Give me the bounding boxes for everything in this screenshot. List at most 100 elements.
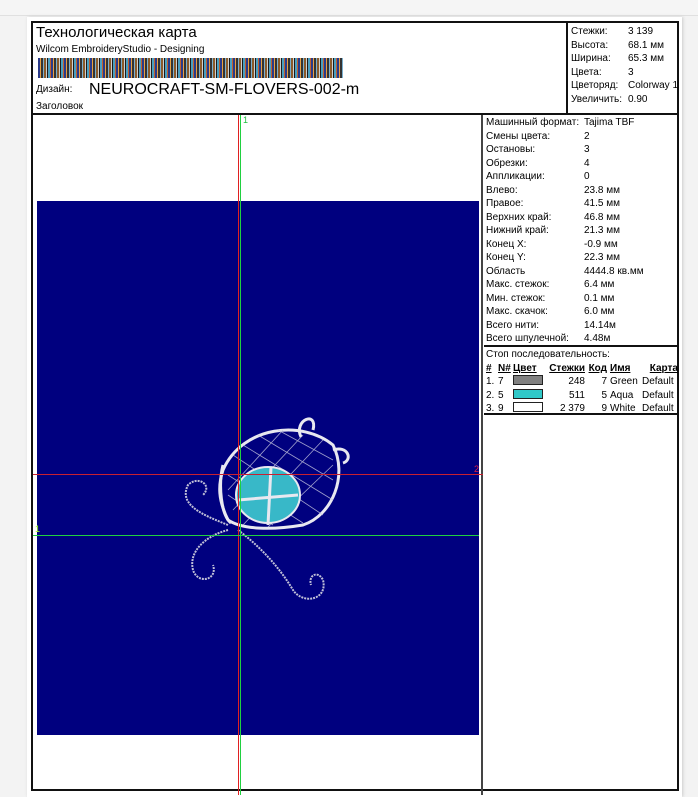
stats-row: Обрезки: 4 <box>486 157 679 171</box>
heading-label: Заголовок <box>36 101 84 112</box>
stats-row: Всего нити: 14.14м <box>486 319 679 333</box>
col-color: Цвет <box>513 362 537 374</box>
color-swatch-cell <box>513 388 547 402</box>
col-code: Код <box>588 362 607 374</box>
stats-value: 4444.8 кв.мм <box>584 265 644 277</box>
stats-value: 46.8 мм <box>584 211 620 223</box>
stats-value: 4.48м <box>584 333 611 345</box>
row-stitches: 2 379 <box>559 403 585 415</box>
stats-label: Правое: <box>486 198 524 210</box>
embroidery-design <box>184 417 350 600</box>
worksheet-frame: Технологическая карта Wilcom EmbroideryS… <box>31 21 679 795</box>
vertical-green-guide <box>240 115 241 795</box>
row-name: White <box>610 403 636 415</box>
info-label: Увеличить: <box>571 93 623 105</box>
stats-label: Остановы: <box>486 144 536 156</box>
stats-row: Макс. стежок: 6.4 мм <box>486 278 679 292</box>
color-swatch <box>513 402 543 413</box>
summary-info: Стежки: 3 139 Высота: 68.1 мм Ширина: 65.3 мм… <box>566 23 679 115</box>
col-needle: N# <box>498 362 511 374</box>
row-stitches: 248 <box>568 376 585 388</box>
row-index: 1. <box>486 376 495 388</box>
color-swatch <box>513 388 543 399</box>
info-label: Высота: <box>571 39 609 51</box>
stats-label: Конец X: <box>486 238 527 250</box>
row-name: Aqua <box>610 389 634 401</box>
stats-label: Машинный формат: <box>486 117 580 129</box>
stats-label: Нижний край: <box>486 225 549 237</box>
row-needle: 9 <box>498 403 504 415</box>
design-label: Дизайн: <box>36 84 73 95</box>
worksheet-header: Технологическая карта Wilcom EmbroideryS… <box>33 23 566 115</box>
stop-sequence: Стоп последовательность: # N# Цвет Стежк… <box>484 347 679 415</box>
sequence-row: 3. 9 2 379 9 White Default <box>486 402 679 416</box>
stats-value: 21.3 мм <box>584 225 620 237</box>
info-row: Стежки: 3 139 <box>571 25 679 39</box>
stats-value: Tajima TBF <box>584 117 635 129</box>
marker-right: 2 <box>474 464 480 474</box>
row-code: 5 <box>601 389 607 401</box>
sequence-row: 2. 5 511 5 Aqua Default <box>486 388 679 403</box>
sequence-header: # N# Цвет Стежки Код Имя Карта <box>486 362 679 376</box>
col-chart: Карта <box>649 362 678 374</box>
stats-row: Остановы: 3 <box>486 143 679 157</box>
stats-value: 6.4 мм <box>584 279 615 291</box>
row-name: Green <box>610 376 638 388</box>
row-index: 2. <box>486 389 495 401</box>
stats-value: 4 <box>584 157 590 169</box>
row-chart: Default <box>642 389 674 401</box>
design-preview: 1 2 1 <box>33 115 483 795</box>
stats-row: Всего шпулечной: 4.48м <box>486 332 679 346</box>
stats-value: 6.0 мм <box>584 306 615 318</box>
stats-value: 0.1 мм <box>584 292 615 304</box>
stats-label: Макс. скачок: <box>486 306 548 318</box>
info-row: Ширина: 65.3 мм <box>571 52 679 66</box>
stats-value: 14.14м <box>584 319 616 331</box>
stats-label: Мин. стежок: <box>486 292 546 304</box>
row-needle: 7 <box>498 376 504 388</box>
row-chart: Default <box>642 403 674 415</box>
info-value: 3 139 <box>628 26 654 38</box>
info-value: 65.3 мм <box>628 53 664 65</box>
stats-label: Верхних край: <box>486 211 552 223</box>
col-name: Имя <box>610 362 631 374</box>
color-swatch-cell <box>513 402 547 415</box>
stats-label: Область <box>486 265 526 277</box>
horizontal-green-guide <box>33 535 479 536</box>
stats-row: Смены цвета: 2 <box>486 130 679 144</box>
color-swatch <box>513 375 543 386</box>
row-index: 3. <box>486 403 495 415</box>
row-stitches: 511 <box>569 389 585 401</box>
stats-label: Всего шпулечной: <box>486 333 569 345</box>
stats-row: Влево: 23.8 мм <box>486 184 679 198</box>
row-code: 9 <box>601 403 607 415</box>
stats-value: 3 <box>584 144 590 156</box>
info-value: 0.90 <box>628 93 648 105</box>
stats-row: Машинный формат: Tajima TBF <box>486 116 679 130</box>
sequence-row: 1. 7 248 7 Green Default <box>486 375 679 389</box>
stats-row: Нижний край: 21.3 мм <box>486 224 679 238</box>
horizontal-red-guide <box>33 474 483 475</box>
stats-label: Всего нити: <box>486 319 540 331</box>
info-row: Высота: 68.1 мм <box>571 39 679 53</box>
info-value: Colorway 1 <box>628 80 679 92</box>
info-label: Ширина: <box>571 53 611 65</box>
stats-value: 2 <box>584 130 590 142</box>
vertical-red-guide <box>238 115 239 795</box>
stats-row: Верхних край: 46.8 мм <box>486 211 679 225</box>
info-label: Цветоряд: <box>571 80 619 92</box>
stats-row: Аппликации: 0 <box>486 170 679 184</box>
app-subtitle: Wilcom EmbroideryStudio - Designing <box>36 44 205 55</box>
stats-value: -0.9 мм <box>584 238 618 250</box>
color-swatch-cell <box>513 375 547 388</box>
stats-label: Смены цвета: <box>486 130 551 142</box>
info-value: 68.1 мм <box>628 39 664 51</box>
row-needle: 5 <box>498 389 504 401</box>
info-row: Цветоряд: Colorway 1 <box>571 79 679 93</box>
stats-row: Макс. скачок: 6.0 мм <box>486 305 679 319</box>
stats-row: Правое: 41.5 мм <box>486 197 679 211</box>
marker-top: 1 <box>243 115 249 125</box>
page-title: Технологическая карта <box>36 24 197 41</box>
stats-label: Влево: <box>486 184 518 196</box>
stats-value: 23.8 мм <box>584 184 620 196</box>
